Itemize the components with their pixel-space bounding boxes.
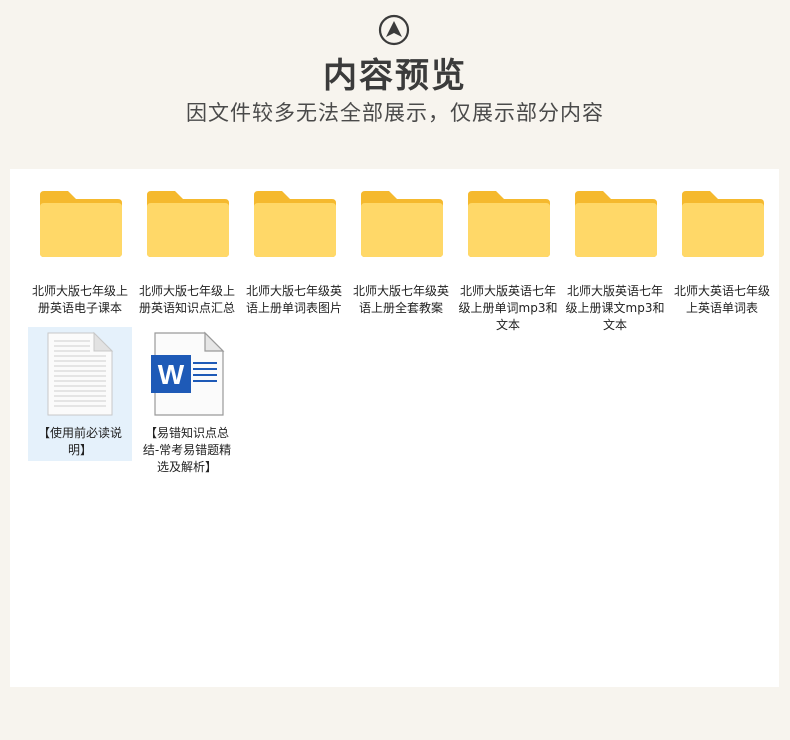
folder-icon <box>359 189 445 259</box>
folder-item[interactable]: 北师大版七年级上册英语电子课本 <box>28 183 132 317</box>
folder-icon <box>680 189 766 259</box>
folder-icon <box>466 189 552 259</box>
word-document-icon: W <box>149 331 225 417</box>
folder-item[interactable]: 北师大版英语七年级上册单词mp3和文本 <box>456 183 560 332</box>
folder-icon <box>38 189 124 259</box>
folder-item[interactable]: 北师大版英语七年级上册课文mp3和文本 <box>563 183 667 332</box>
folder-icon <box>573 189 659 259</box>
file-label: 北师大版七年级上册英语电子课本 <box>31 284 128 315</box>
file-label: 北师大版英语七年级上册单词mp3和文本 <box>458 284 558 332</box>
page-subtitle: 因文件较多无法全部展示，仅展示部分内容 <box>186 101 604 125</box>
file-label: 北师大版七年级英语上册全套教案 <box>352 284 449 315</box>
folder-item[interactable]: 北师大版七年级英语上册全套教案 <box>349 183 453 317</box>
file-label: 【使用前必读说明】 <box>37 426 122 457</box>
navigation-arrow-icon <box>378 14 410 46</box>
word-file-item[interactable]: W 【易错知识点总结-常考易错题精选及解析】 <box>135 327 239 474</box>
file-label: 北师大版七年级上册英语知识点汇总 <box>138 284 235 315</box>
header: 内容预览 因文件较多无法全部展示，仅展示部分内容 <box>0 0 790 160</box>
folder-item[interactable]: 北师大版七年级英语上册单词表图片 <box>242 183 346 317</box>
text-document-icon <box>42 331 118 417</box>
folder-icon <box>145 189 231 259</box>
file-label: 北师大版七年级英语上册单词表图片 <box>245 284 342 315</box>
file-label: 北师大英语七年级上英语单词表 <box>673 284 770 315</box>
folder-icon <box>252 189 338 259</box>
folder-item[interactable]: 北师大版七年级上册英语知识点汇总 <box>135 183 239 317</box>
page-title: 内容预览 <box>323 56 467 96</box>
file-panel: 北师大版七年级上册英语电子课本 北师大版七年级上册英语知识点汇总 北师大版七年级… <box>10 169 779 687</box>
folder-item[interactable]: 北师大英语七年级上英语单词表 <box>670 183 774 317</box>
svg-text:W: W <box>158 359 185 390</box>
file-label: 【易错知识点总结-常考易错题精选及解析】 <box>142 426 232 474</box>
file-label: 北师大版英语七年级上册课文mp3和文本 <box>565 284 665 332</box>
text-file-item[interactable]: 【使用前必读说明】 <box>28 327 132 461</box>
